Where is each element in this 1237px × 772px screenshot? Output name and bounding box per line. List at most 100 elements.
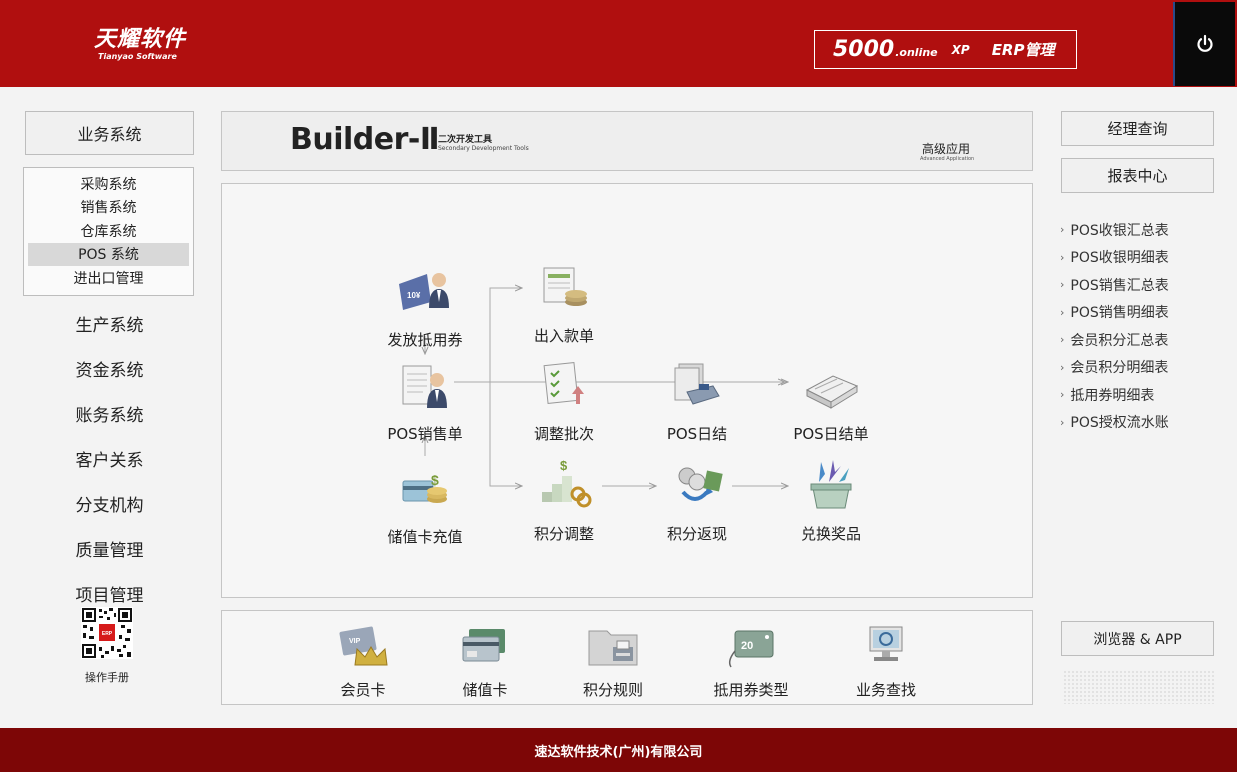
builder-banner: Builder-Ⅱ 二次开发工具 Secondary Development T… (221, 111, 1033, 171)
node-label: 积分返现 (666, 525, 727, 543)
report-link[interactable]: › POS收银明细表 (1060, 244, 1230, 272)
node-label: 兑换奖品 (800, 525, 861, 543)
node-pos-sales[interactable]: POS销售单 (375, 356, 475, 444)
svg-text:ERP: ERP (102, 631, 113, 637)
node-points-adjust[interactable]: $ 积分调整 (514, 456, 614, 544)
batch-adjust-icon (543, 361, 584, 405)
tool-points-rule[interactable]: 积分规则 (558, 621, 668, 700)
qr-code-icon[interactable]: ERP (81, 607, 133, 659)
node-label: POS日结 (666, 425, 728, 443)
node-prize-exchange[interactable]: 兑换奖品 (781, 456, 881, 544)
node-cash-voucher[interactable]: 出入款单 (514, 258, 614, 346)
node-label: POS日结单 (793, 425, 869, 443)
builder-subtitle-en: Secondary Development Tools (438, 145, 529, 152)
chevron-right-icon: › (1060, 388, 1065, 402)
svg-text:10¥: 10¥ (407, 291, 421, 300)
card-recharge-icon: $ (402, 472, 447, 503)
svg-text:$: $ (560, 458, 568, 473)
builder-subtitle-cn: 二次开发工具 (438, 135, 493, 145)
report-link[interactable]: › 会员积分明细表 (1060, 354, 1230, 382)
member-card-icon: VIP (339, 626, 388, 666)
report-label: POS收银汇总表 (1070, 222, 1169, 239)
report-link[interactable]: › 抵用券明细表 (1060, 381, 1230, 409)
company-name: 速达软件技术(广州)有限公司 (534, 744, 703, 760)
tool-label: 积分规则 (582, 681, 643, 699)
chevron-right-icon: › (1060, 360, 1065, 374)
erp-online-suffix: .online (895, 46, 938, 59)
node-daily-report[interactable]: POS日结单 (781, 356, 881, 444)
points-rule-icon (588, 630, 638, 666)
business-submenu: 采购系统 销售系统 仓库系统 POS 系统 进出口管理 (23, 167, 194, 296)
stored-card-icon (462, 629, 505, 662)
sidebar-item-branches[interactable]: 分支机构 (25, 491, 194, 516)
sidebar-item-purchase[interactable]: 采购系统 (28, 172, 189, 196)
chevron-right-icon: › (1060, 333, 1065, 347)
report-list: › POS收银汇总表 › POS收银明细表 › POS销售汇总表 › POS销售明细表 … (1060, 216, 1230, 436)
report-link[interactable]: › POS收银汇总表 (1060, 216, 1230, 244)
erp-product-badge: 5000 .online XP ERP管理 (814, 30, 1077, 69)
chevron-right-icon: › (1060, 278, 1065, 292)
power-button[interactable] (1173, 2, 1235, 86)
chevron-right-icon: › (1060, 223, 1065, 237)
sidebar-item-quality[interactable]: 质量管理 (25, 536, 194, 561)
node-batch-adjust[interactable]: 调整批次 (514, 356, 614, 444)
sidebar-item-crm[interactable]: 客户关系 (25, 446, 194, 471)
manual-label[interactable]: 操作手册 (70, 669, 144, 685)
report-center-button[interactable]: 报表中心 (1061, 158, 1214, 193)
sidebar-item-accounting[interactable]: 账务系统 (25, 401, 194, 426)
advanced-application-link[interactable]: 高级应用 (922, 140, 970, 157)
sidebar-item-funds[interactable]: 资金系统 (25, 356, 194, 381)
daily-report-icon (805, 375, 859, 409)
report-label: POS授权流水账 (1070, 415, 1169, 432)
logo-text-en: Tianyao Software (98, 52, 177, 61)
tool-label: 会员卡 (340, 681, 386, 699)
pos-sales-icon (402, 365, 447, 408)
node-label: 调整批次 (533, 425, 594, 443)
chevron-right-icon: › (1060, 305, 1065, 319)
manager-query-button[interactable]: 经理查询 (1061, 111, 1214, 146)
report-link[interactable]: › POS销售汇总表 (1060, 271, 1230, 299)
tool-label: 储值卡 (462, 681, 508, 699)
logo-text-cn: 天耀软件 (94, 27, 187, 52)
node-label: 出入款单 (533, 327, 594, 345)
points-adjust-icon: $ (542, 458, 592, 508)
pos-tools-panel: VIP 会员卡 储值卡 积分规则 20 抵用券类型 业务查找 (221, 610, 1033, 705)
svg-text:VIP: VIP (349, 638, 361, 645)
business-search-icon (869, 626, 903, 661)
sidebar-item-pos[interactable]: POS 系统 (28, 242, 189, 266)
report-label: 会员积分明细表 (1070, 360, 1169, 377)
tool-stored-card[interactable]: 储值卡 (430, 621, 540, 700)
node-label: 积分调整 (533, 525, 594, 543)
logo: 天耀软件 Tianyao Software (94, 28, 186, 62)
power-icon (1197, 34, 1213, 52)
node-card-recharge[interactable]: $ 储值卡充值 (375, 459, 475, 547)
node-points-cashback[interactable]: 积分返现 (647, 456, 747, 544)
svg-text:$: $ (431, 472, 439, 488)
erp-xp-label: XP (951, 42, 970, 57)
header-bar: 天耀软件 Tianyao Software 5000 .online XP ER… (0, 0, 1237, 87)
report-label: 抵用券明细表 (1070, 387, 1155, 404)
business-system-button[interactable]: 业务系统 (25, 111, 194, 155)
tool-business-search[interactable]: 业务查找 (831, 621, 941, 700)
cash-voucher-icon (543, 267, 587, 306)
tool-label: 业务查找 (855, 681, 916, 699)
report-link[interactable]: › POS授权流水账 (1060, 409, 1230, 437)
tool-member-card[interactable]: VIP 会员卡 (308, 621, 418, 700)
sidebar-item-production[interactable]: 生产系统 (25, 311, 194, 336)
sidebar-item-project[interactable]: 项目管理 (25, 581, 194, 606)
node-issue-coupon[interactable]: 10¥ 发放抵用券 (375, 262, 475, 350)
sidebar-item-sales[interactable]: 销售系统 (28, 196, 189, 220)
report-label: POS销售明细表 (1070, 305, 1169, 322)
report-label: 会员积分汇总表 (1070, 332, 1169, 349)
node-daily-close[interactable]: POS日结 (647, 356, 747, 444)
report-link[interactable]: › 会员积分汇总表 (1060, 326, 1230, 354)
sidebar-item-warehouse[interactable]: 仓库系统 (28, 219, 189, 243)
tool-coupon-type[interactable]: 20 抵用券类型 (696, 621, 806, 700)
browser-app-button[interactable]: 浏览器 & APP (1061, 621, 1214, 656)
chevron-right-icon: › (1060, 250, 1065, 264)
coupon-issue-icon: 10¥ (399, 273, 449, 310)
points-cashback-icon (678, 467, 723, 501)
report-label: POS收银明细表 (1070, 250, 1169, 267)
sidebar-item-import-export[interactable]: 进出口管理 (28, 266, 189, 290)
report-link[interactable]: › POS销售明细表 (1060, 299, 1230, 327)
